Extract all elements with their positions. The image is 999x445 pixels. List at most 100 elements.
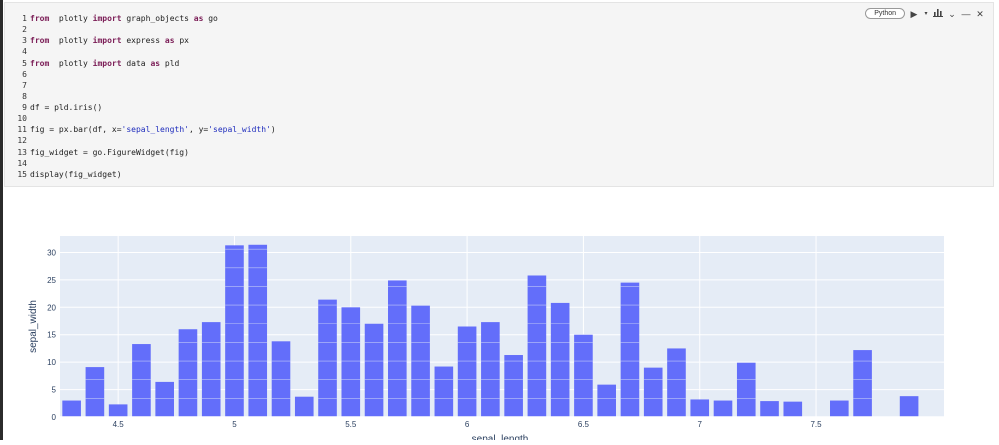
bar	[388, 280, 407, 417]
code-keyword: import	[92, 14, 122, 23]
code-text: data	[121, 58, 151, 68]
code-string: 'sepal_length'	[121, 125, 189, 135]
line-number-gutter: 1 2 3 4 5 6 7 8 9 10 11 12 13 14 15	[5, 13, 27, 180]
bar	[225, 245, 244, 417]
line-number: 3	[22, 36, 27, 46]
bar	[155, 381, 174, 417]
code-cell[interactable]: 1 2 3 4 5 6 7 8 9 10 11 12 13 14 15 from plotly import…	[4, 2, 994, 187]
code-line: fig_widget = go.FigureWidget(fig)	[30, 147, 276, 158]
line-number: 8	[22, 91, 27, 101]
line-number: 11	[17, 125, 27, 135]
x-tick-label: 4.5	[113, 420, 125, 429]
bar	[899, 396, 919, 417]
x-tick-label: 7	[698, 420, 703, 429]
line-number: 4	[22, 47, 27, 57]
close-icon[interactable]: ✕	[975, 9, 985, 19]
cell-toolbar: Python ▶ ▾ ⌄ — ✕	[865, 8, 985, 19]
language-selector[interactable]: Python	[865, 8, 905, 19]
run-dropdown-icon[interactable]: ▾	[923, 9, 929, 19]
line-number: 1	[22, 14, 27, 23]
code-editor[interactable]: from plotly import graph_objects as go fr…	[30, 13, 276, 180]
y-tick-label: 25	[47, 276, 56, 285]
y-axis-title: sepal_width	[28, 300, 39, 353]
code-text: df = pld.iris()	[30, 103, 103, 112]
line-number: 15	[17, 169, 27, 179]
minimize-icon[interactable]: —	[961, 9, 971, 19]
code-text: plotly	[49, 36, 93, 46]
chart-icon[interactable]	[933, 8, 943, 19]
bar	[550, 302, 570, 417]
code-text: display(fig_widget)	[30, 169, 122, 179]
code-text: go	[203, 14, 218, 23]
code-text: , y=	[188, 125, 209, 135]
bar	[643, 367, 663, 417]
x-tick-label: 5	[232, 420, 237, 429]
y-tick-label: 0	[52, 413, 57, 422]
bar	[667, 348, 686, 417]
bar	[62, 400, 81, 417]
code-line: display(fig_widget)	[30, 169, 276, 180]
bar	[853, 350, 872, 417]
code-keyword: from	[30, 36, 50, 46]
code-text: plotly	[49, 58, 93, 68]
code-text: plotly	[49, 14, 93, 23]
bar	[364, 323, 384, 417]
bar	[271, 341, 291, 417]
line-number: 2	[22, 25, 27, 35]
collapse-icon[interactable]: ⌄	[947, 9, 957, 19]
line-number: 6	[22, 69, 27, 79]
y-tick-label: 20	[47, 303, 56, 312]
code-keyword: as	[150, 58, 161, 68]
code-text: graph_objects	[121, 14, 194, 23]
x-tick-label: 6.5	[578, 420, 590, 429]
run-icon[interactable]: ▶	[909, 9, 919, 19]
code-keyword: import	[92, 36, 122, 46]
figure-widget[interactable]: 0 5 10 15 20 25 30 4.5 5 5.5 6 6.5 7 7.5 sepal_width se…	[0, 190, 999, 445]
x-axis-title: sepal_length	[472, 434, 529, 440]
bar	[690, 399, 710, 417]
bar	[783, 401, 803, 417]
code-line: from plotly import data as pld	[30, 58, 276, 69]
code-keyword: import	[92, 58, 122, 68]
code-keyword: from	[30, 58, 50, 68]
bar	[760, 401, 779, 417]
y-tick-label: 30	[47, 248, 56, 257]
line-number: 13	[17, 147, 27, 157]
bar	[318, 299, 337, 417]
line-number: 7	[22, 80, 27, 90]
bar	[248, 244, 268, 417]
bar	[132, 344, 151, 417]
x-tick-label: 7.5	[810, 420, 822, 429]
bar	[294, 396, 314, 417]
code-line: fig = px.bar(df, x='sepal_length', y='se…	[30, 124, 276, 135]
code-text: fig = px.bar(df, x=	[30, 125, 122, 135]
bar	[574, 334, 593, 417]
bar	[620, 282, 640, 417]
line-number: 14	[17, 158, 27, 168]
y-tick-label: 5	[52, 386, 57, 395]
code-text: )	[270, 125, 276, 135]
code-text: express	[121, 36, 165, 46]
bar	[713, 400, 733, 417]
bar-chart[interactable]: 0 5 10 15 20 25 30 4.5 5 5.5 6 6.5 7 7.5 sepal_widthse…	[0, 190, 999, 445]
code-text: fig_widget = go.FigureWidget(fig)	[30, 147, 189, 157]
line-number: 12	[17, 136, 27, 146]
code-keyword: as	[164, 36, 175, 46]
code-keyword: as	[193, 14, 204, 23]
code-text: pld	[160, 58, 180, 68]
bar	[830, 400, 849, 417]
bar	[527, 275, 547, 417]
code-keyword: from	[30, 14, 50, 23]
bar	[504, 355, 523, 417]
code-line: from plotly import graph_objects as go	[30, 13, 276, 24]
x-tick-label: 6	[465, 420, 470, 429]
code-string: 'sepal_width'	[208, 125, 271, 135]
code-line: df = pld.iris()	[30, 102, 276, 113]
x-tick-label: 5.5	[345, 420, 357, 429]
bar	[108, 404, 128, 417]
